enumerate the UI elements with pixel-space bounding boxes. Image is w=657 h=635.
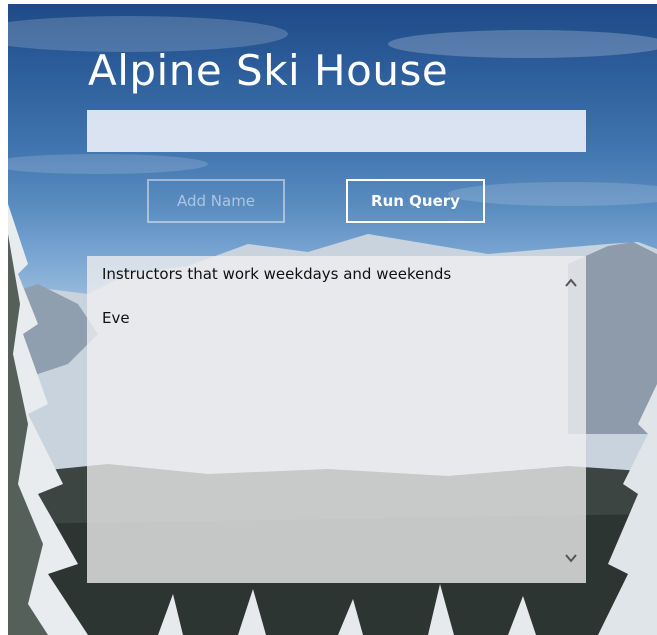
add-name-button[interactable]: Add Name (147, 179, 285, 223)
results-panel[interactable]: Instructors that work weekdays and weeke… (87, 256, 586, 583)
chevron-down-icon[interactable] (564, 551, 578, 565)
results-heading: Instructors that work weekdays and weeke… (102, 265, 452, 283)
result-item: Eve (102, 309, 130, 327)
name-input[interactable] (87, 110, 586, 152)
run-query-button[interactable]: Run Query (346, 179, 485, 223)
app-window: Alpine Ski House Add Name Run Query Inst… (0, 0, 657, 635)
app-title: Alpine Ski House (88, 46, 449, 95)
chevron-up-icon[interactable] (564, 276, 578, 290)
